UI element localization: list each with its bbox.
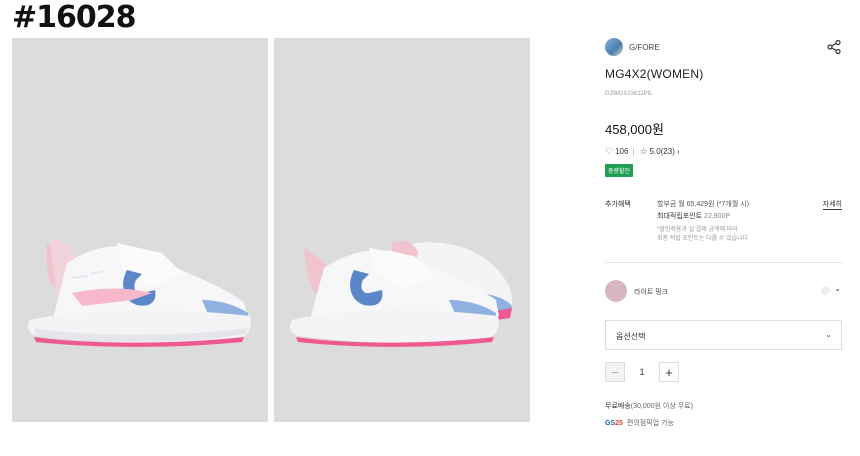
share-icon[interactable] xyxy=(826,39,842,55)
points-note-line2: 최종 적립 포인트는 다를 수 있습니다 xyxy=(657,236,749,242)
product-gallery xyxy=(12,38,530,422)
product-stats: ♡ 106 ☆ 5.0(23) › xyxy=(605,146,842,157)
gs25-logo-25: 25 xyxy=(615,419,623,427)
heart-icon[interactable]: ♡ xyxy=(605,146,613,157)
product-price: 458,000원 xyxy=(605,122,664,137)
pickup-info: GS25 편의점픽업 가능 xyxy=(605,418,674,428)
option-select[interactable]: 옵션선택 ⌄ xyxy=(605,320,842,350)
color-selector[interactable]: 라이트 핑크 ⌄ xyxy=(605,280,842,304)
star-icon: ☆ xyxy=(639,146,648,156)
increase-quantity-button[interactable]: + xyxy=(659,362,679,382)
sale-badge: 중량할인 xyxy=(605,164,634,177)
page-id-label: #16028 xyxy=(12,0,137,35)
pickup-text: 편의점픽업 가능 xyxy=(626,420,674,427)
benefits-detail-link[interactable]: 자세히 xyxy=(822,199,842,210)
points-value: 22,900P xyxy=(704,213,731,220)
color-swatch[interactable] xyxy=(605,280,627,302)
shoe-pair-illustration xyxy=(290,240,513,347)
gs25-logo-gs: GS xyxy=(605,419,616,427)
brand-row: G/FORE xyxy=(605,37,842,57)
free-shipping-condition: (30,000원 이상 무료) xyxy=(630,403,693,410)
product-info-panel: G/FORE MG4X2(WOMEN) G2WGX23611PIL 458,00… xyxy=(605,37,842,427)
points-note-line1: *할인적용과 실 결제 금액에 따라 xyxy=(657,227,738,233)
color-name: 라이트 핑크 xyxy=(634,289,669,296)
points-label: 최대적립포인트 xyxy=(657,213,703,220)
points-note: *할인적용과 실 결제 금액에 따라 최종 적립 포인트는 다를 수 있습니다 xyxy=(657,226,748,244)
shipping-info: 무료배송(30,000원 이상 무료) xyxy=(605,401,693,411)
chevron-down-icon[interactable]: ⌄ xyxy=(834,284,841,293)
product-title: MG4X2(WOMEN) xyxy=(605,67,704,81)
section-divider xyxy=(605,262,842,263)
product-image-2[interactable] xyxy=(274,38,530,422)
free-shipping-label: 무료배송 xyxy=(605,403,631,410)
points-text: 최대적립포인트 22,900P xyxy=(657,211,730,221)
gs25-logo: GS25 xyxy=(605,420,623,427)
benefits-label: 추가혜택 xyxy=(605,201,631,208)
chevron-down-icon: ⌄ xyxy=(825,330,832,339)
option-select-placeholder: 옵션선택 xyxy=(616,332,646,341)
brand-logo[interactable] xyxy=(605,38,623,56)
quantity-stepper: − 1 + xyxy=(605,362,679,382)
rating-link[interactable]: 5.0(23) xyxy=(650,147,675,156)
quantity-value[interactable]: 1 xyxy=(625,367,659,377)
product-code: G2WGX23611PIL xyxy=(605,91,653,97)
brand-name[interactable]: G/FORE xyxy=(629,43,660,52)
rating-arrow-icon[interactable]: › xyxy=(677,147,680,156)
installment-text: 할부금 월 65,429원 (*7개월 시) xyxy=(657,201,749,208)
product-image-1[interactable] xyxy=(12,38,268,422)
decrease-quantity-button[interactable]: − xyxy=(605,362,625,382)
like-count: 106 xyxy=(615,147,629,156)
shoe-illustration xyxy=(28,240,251,347)
stats-divider xyxy=(633,147,635,156)
color-dot-icon xyxy=(821,286,830,295)
